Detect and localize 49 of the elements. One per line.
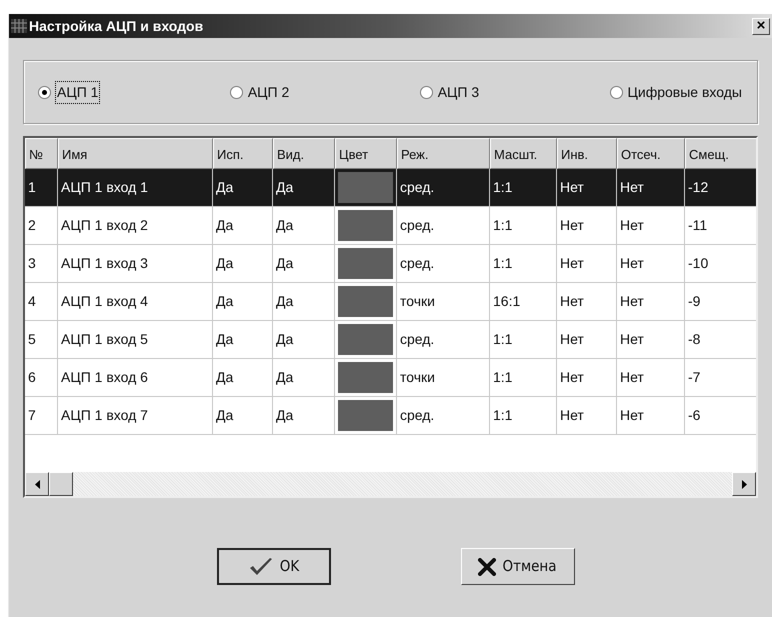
color-swatch[interactable] [338, 172, 393, 203]
close-button[interactable]: × [752, 18, 770, 34]
color-swatch[interactable] [338, 362, 393, 393]
color-swatch[interactable] [338, 286, 393, 317]
column-header[interactable]: Вид. [273, 138, 335, 169]
cross-icon [478, 558, 496, 576]
source-radio[interactable]: АЦП 2 [230, 82, 290, 102]
table-row[interactable]: 5 АЦП 1 вход 5 Да Да сред. 1:1 Нет Нет -8 [25, 321, 756, 359]
window-title: Настройка АЦП и входов [29, 16, 204, 36]
source-radio[interactable]: АЦП 3 [420, 82, 480, 102]
column-header[interactable]: Инв. [557, 138, 617, 169]
table-row[interactable]: 1 АЦП 1 вход 1 Да Да сред. 1:1 Нет Нет -12 [25, 169, 756, 207]
scroll-right-button[interactable] [732, 472, 756, 496]
table-cell: Нет [557, 397, 617, 435]
column-header[interactable]: Имя [58, 138, 213, 169]
color-swatch[interactable] [338, 248, 393, 279]
app-grid-icon [11, 19, 27, 33]
table-row[interactable]: 4 АЦП 1 вход 4 Да Да точки 16:1 Нет Нет -9 [25, 283, 756, 321]
left-arrow-icon [34, 480, 40, 488]
scroll-thumb[interactable] [49, 472, 73, 496]
table-row[interactable]: 3 АЦП 1 вход 3 Да Да сред. 1:1 Нет Нет -10 [25, 245, 756, 283]
table-cell: АЦП 1 вход 7 [58, 397, 213, 435]
cancel-button[interactable]: Отмена [460, 548, 574, 585]
column-header[interactable]: Реж. [397, 138, 490, 169]
table-cell: -6 [685, 397, 756, 435]
table-cell: Да [273, 397, 335, 435]
scroll-left-button[interactable] [25, 472, 49, 496]
table-cell: сред. [397, 397, 490, 435]
table-row[interactable]: 7 АЦП 1 вход 7 Да Да сред. 1:1 Нет Нет -6 [25, 397, 756, 435]
horizontal-scrollbar[interactable] [25, 472, 756, 496]
column-header[interactable]: Отсеч. [617, 138, 685, 169]
color-swatch[interactable] [338, 324, 393, 355]
checkmark-icon [248, 556, 274, 576]
color-swatch[interactable] [338, 400, 393, 431]
table-cell: Да [213, 397, 273, 435]
table-row[interactable]: 6 АЦП 1 вход 6 Да Да точки 1:1 Нет Нет -7 [25, 359, 756, 397]
column-header[interactable]: № [25, 138, 58, 169]
right-arrow-icon [742, 480, 746, 488]
table-cell: 1:1 [490, 397, 557, 435]
ok-button[interactable]: OK [216, 548, 330, 585]
column-header[interactable]: Масшт. [490, 138, 557, 169]
color-swatch[interactable] [338, 210, 393, 241]
table-cell: Нет [617, 397, 685, 435]
column-header[interactable]: Исп. [213, 138, 273, 169]
table-row[interactable]: 2 АЦП 1 вход 2 Да Да сред. 1:1 Нет Нет -11 [25, 207, 756, 245]
source-radio[interactable]: Цифровые входы [610, 82, 743, 102]
table-cell: 7 [25, 397, 58, 435]
column-header[interactable]: Цвет [335, 138, 397, 169]
column-header[interactable]: Смещ. [685, 138, 756, 169]
